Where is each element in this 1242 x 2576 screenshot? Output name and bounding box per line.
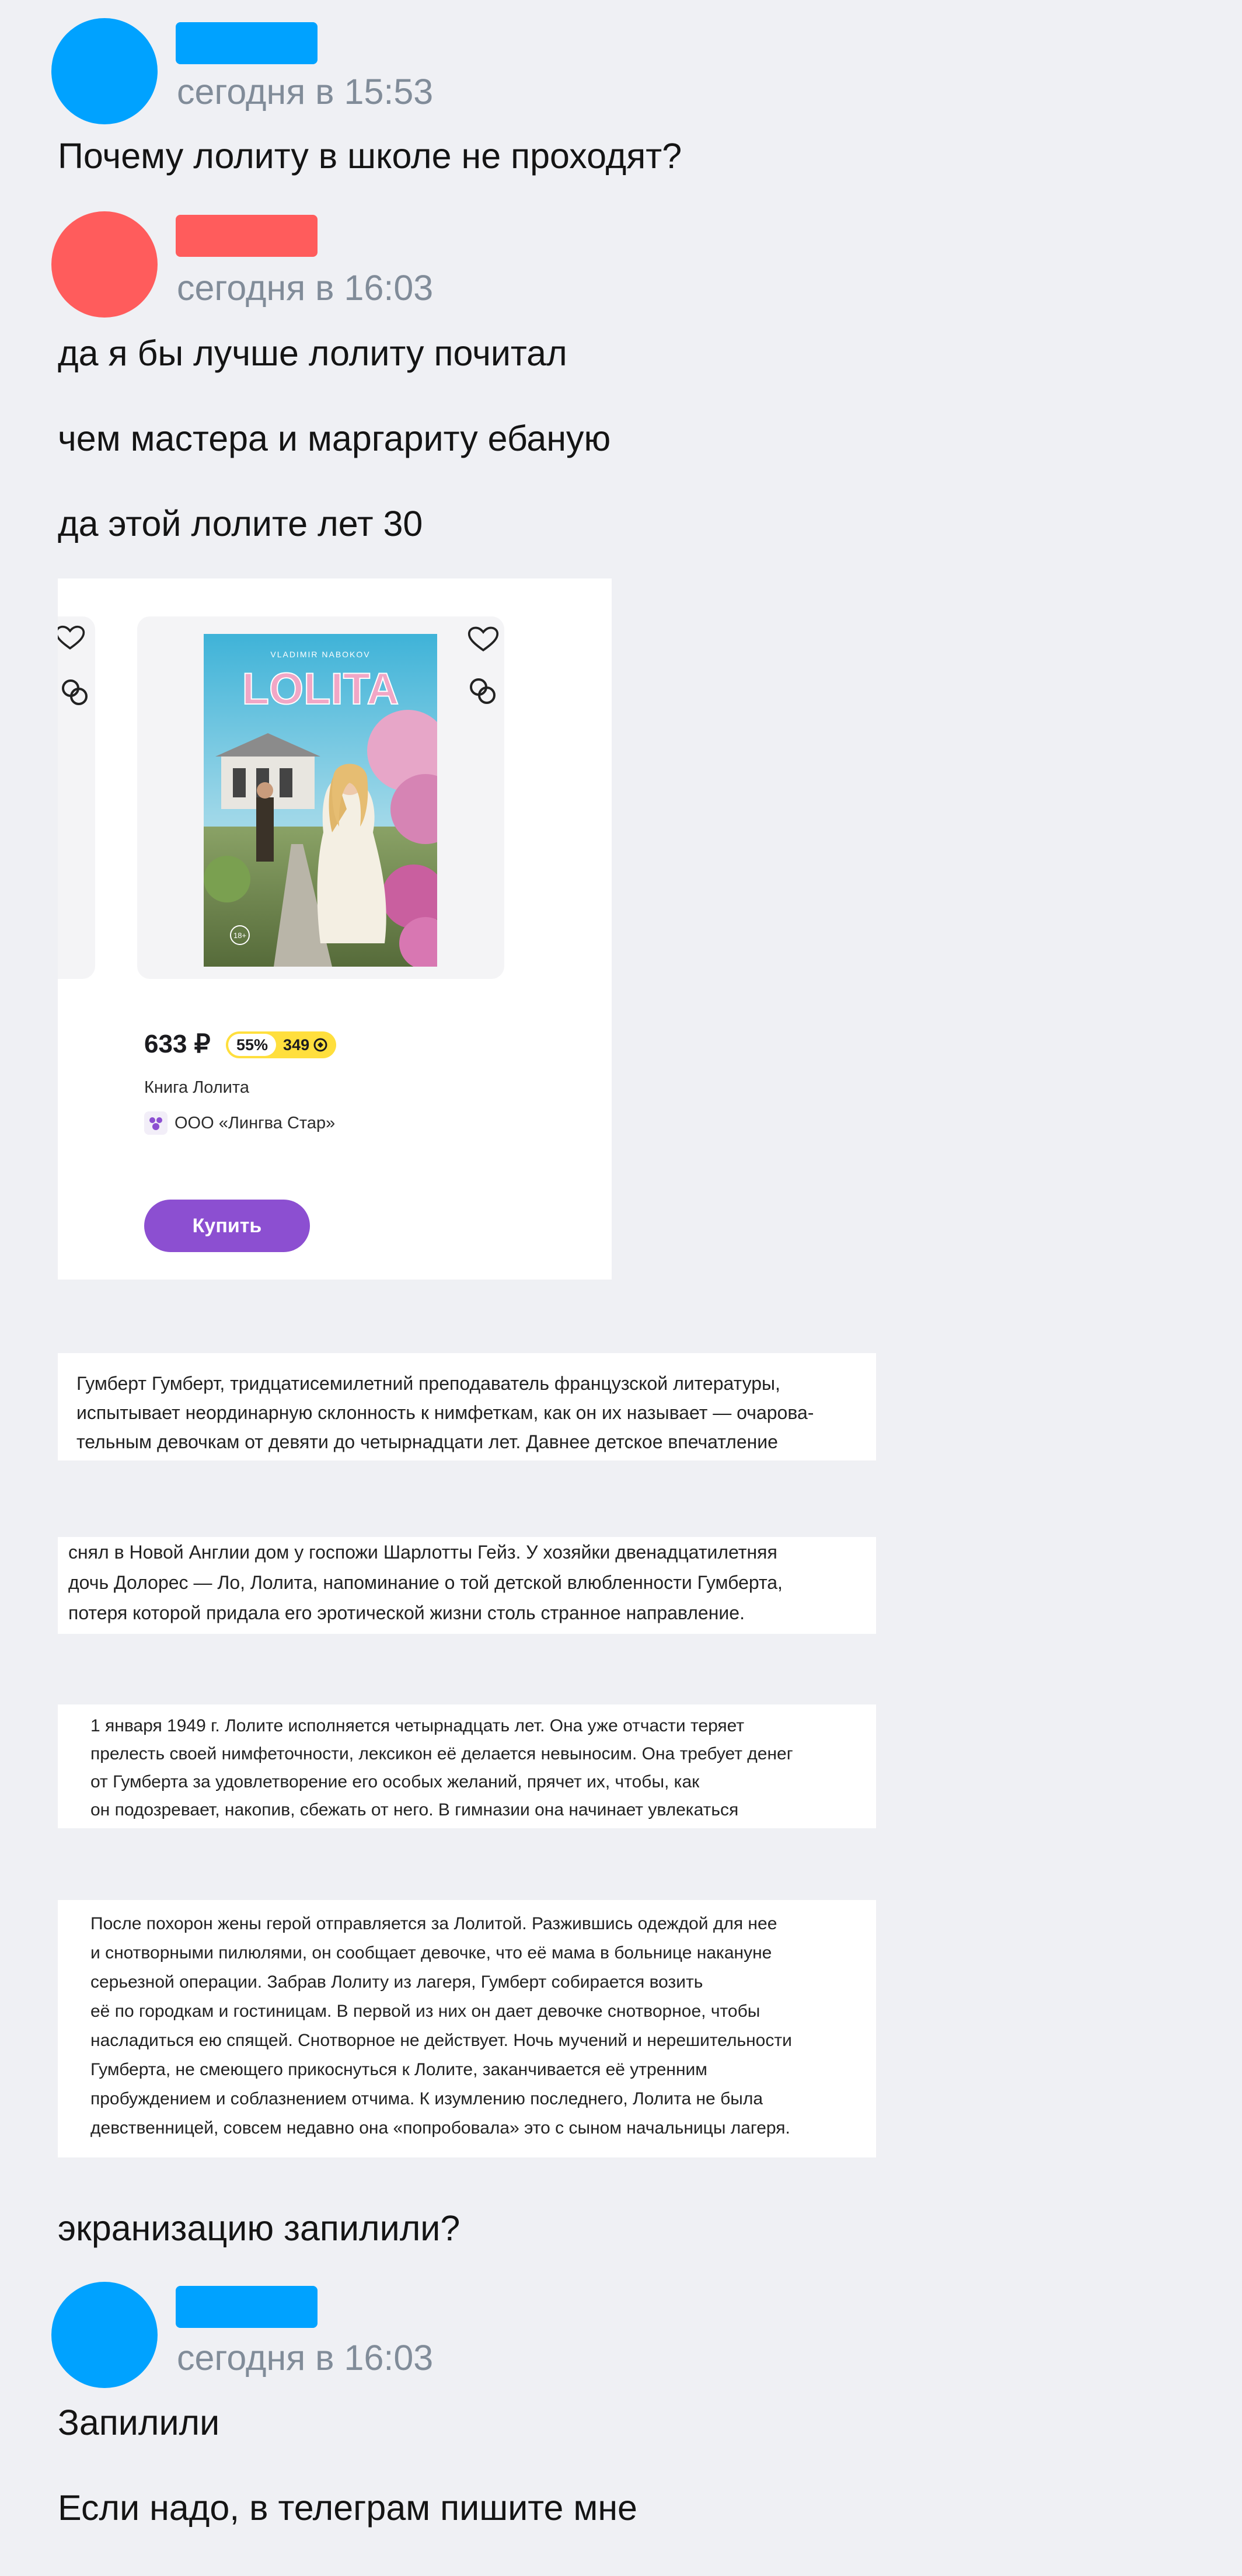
book-excerpt-image[interactable]: Гумберт Гумберт, тридцатисемилетний преп… bbox=[58, 1353, 876, 1460]
excerpt-line: испытывает неординарную склонность к ним… bbox=[76, 1402, 814, 1423]
message-text: да этой лолите лет 30 bbox=[58, 504, 423, 543]
book-excerpt-image[interactable]: снял в Новой Англии дом у госпожи Шарлот… bbox=[58, 1537, 876, 1634]
excerpt-line: и снотворными пилюлями, он сообщает дево… bbox=[90, 1943, 772, 1962]
discount-percent: 55% bbox=[228, 1034, 277, 1056]
bonus-points-value: 349 bbox=[283, 1036, 310, 1054]
heart-icon[interactable] bbox=[58, 625, 93, 654]
excerpt-line: 1 января 1949 г. Лолите исполняется четы… bbox=[90, 1716, 745, 1735]
product-price: 633 ₽ bbox=[144, 1030, 211, 1058]
seller-name: ООО «Лингва Стар» bbox=[175, 1113, 336, 1132]
points-icon bbox=[313, 1038, 327, 1052]
seller-logo-icon bbox=[144, 1111, 168, 1135]
book-cover-author: VLADIMIR NABOKOV bbox=[270, 650, 370, 659]
book-excerpt-image[interactable]: После похорон жены герой отправляется за… bbox=[58, 1900, 876, 2157]
excerpt-line: Гумберт Гумберт, тридцатисемилетний преп… bbox=[76, 1373, 780, 1394]
product-thumbnail[interactable]: VLADIMIR NABOKOV LOLITA 18+ bbox=[137, 616, 504, 979]
avatar[interactable] bbox=[51, 18, 158, 124]
avatar[interactable] bbox=[51, 2282, 158, 2388]
product-card-image[interactable]: VLADIMIR NABOKOV LOLITA 18+ 633 ₽ 55% 34… bbox=[58, 578, 612, 1280]
product-name[interactable]: Книга Лолита bbox=[144, 1078, 249, 1097]
excerpt-line: снял в Новой Англии дом у госпожи Шарлот… bbox=[68, 1542, 777, 1563]
message-text: Запилили bbox=[58, 2403, 220, 2442]
buy-button[interactable]: Купить bbox=[144, 1200, 310, 1252]
excerpt-line: дочь Долорес — Ло, Лолита, напоминание о… bbox=[68, 1572, 783, 1593]
excerpt-line: её по городкам и гостиницам. В первой из… bbox=[90, 2002, 760, 2021]
book-excerpt-image[interactable]: 1 января 1949 г. Лолите исполняется четы… bbox=[58, 1704, 876, 1828]
excerpt-line: серьезной операции. Забрав Лолиту из лаг… bbox=[90, 1972, 703, 1992]
message-text: Почему лолиту в школе не проходят? bbox=[58, 136, 682, 176]
excerpt-line: потеря которой придала его эротической ж… bbox=[68, 1602, 745, 1623]
author-name-hidden[interactable] bbox=[176, 22, 318, 64]
excerpt-line: После похорон жены герой отправляется за… bbox=[90, 1914, 777, 1933]
message-time: сегодня в 16:03 bbox=[177, 268, 434, 308]
excerpt-line: девственницей, совсем недавно она «попро… bbox=[90, 2118, 790, 2138]
book-cover-image[interactable]: VLADIMIR NABOKOV LOLITA 18+ bbox=[204, 634, 437, 967]
excerpt-line: от Гумберта за удовлетворение его особых… bbox=[90, 1772, 700, 1791]
excerpt-line: Гумберта, не смеющего прикоснуться к Лол… bbox=[90, 2060, 707, 2079]
seller-link[interactable]: ООО «Лингва Стар» bbox=[144, 1111, 335, 1135]
author-name-hidden[interactable] bbox=[176, 215, 318, 257]
avatar[interactable] bbox=[51, 211, 158, 318]
excerpt-line: насладиться ею спящей. Снотворное не дей… bbox=[90, 2031, 792, 2050]
excerpt-line: тельным девочкам от девяти до четырнадца… bbox=[76, 1431, 778, 1452]
discount-badge: 55% 349 bbox=[226, 1031, 337, 1058]
author-name-hidden[interactable] bbox=[176, 2286, 318, 2328]
book-cover-title: LOLITA bbox=[242, 664, 399, 714]
message-text: да я бы лучше лолиту почитал bbox=[58, 333, 567, 373]
message-text: чем мастера и маргариту ебаную bbox=[58, 419, 611, 458]
message-text: Если надо, в телеграм пишите мне bbox=[58, 2488, 637, 2528]
compare-icon[interactable] bbox=[59, 677, 92, 709]
message-time: сегодня в 16:03 bbox=[177, 2338, 434, 2378]
excerpt-line: пробуждением и соблазнением отчима. К из… bbox=[90, 2089, 763, 2108]
excerpt-line: он подозревает, накопив, сбежать от него… bbox=[90, 1800, 739, 1819]
bonus-points: 349 bbox=[283, 1036, 328, 1054]
excerpt-line: прелесть своей нимфеточности, лексикон е… bbox=[90, 1744, 793, 1763]
compare-icon[interactable] bbox=[467, 675, 500, 708]
age-rating: 18+ bbox=[233, 931, 246, 940]
product-thumbnail-partial bbox=[58, 616, 95, 979]
message-text: экранизацию запилили? bbox=[58, 2208, 460, 2248]
message-time: сегодня в 15:53 bbox=[177, 72, 434, 111]
heart-icon[interactable] bbox=[467, 625, 500, 654]
